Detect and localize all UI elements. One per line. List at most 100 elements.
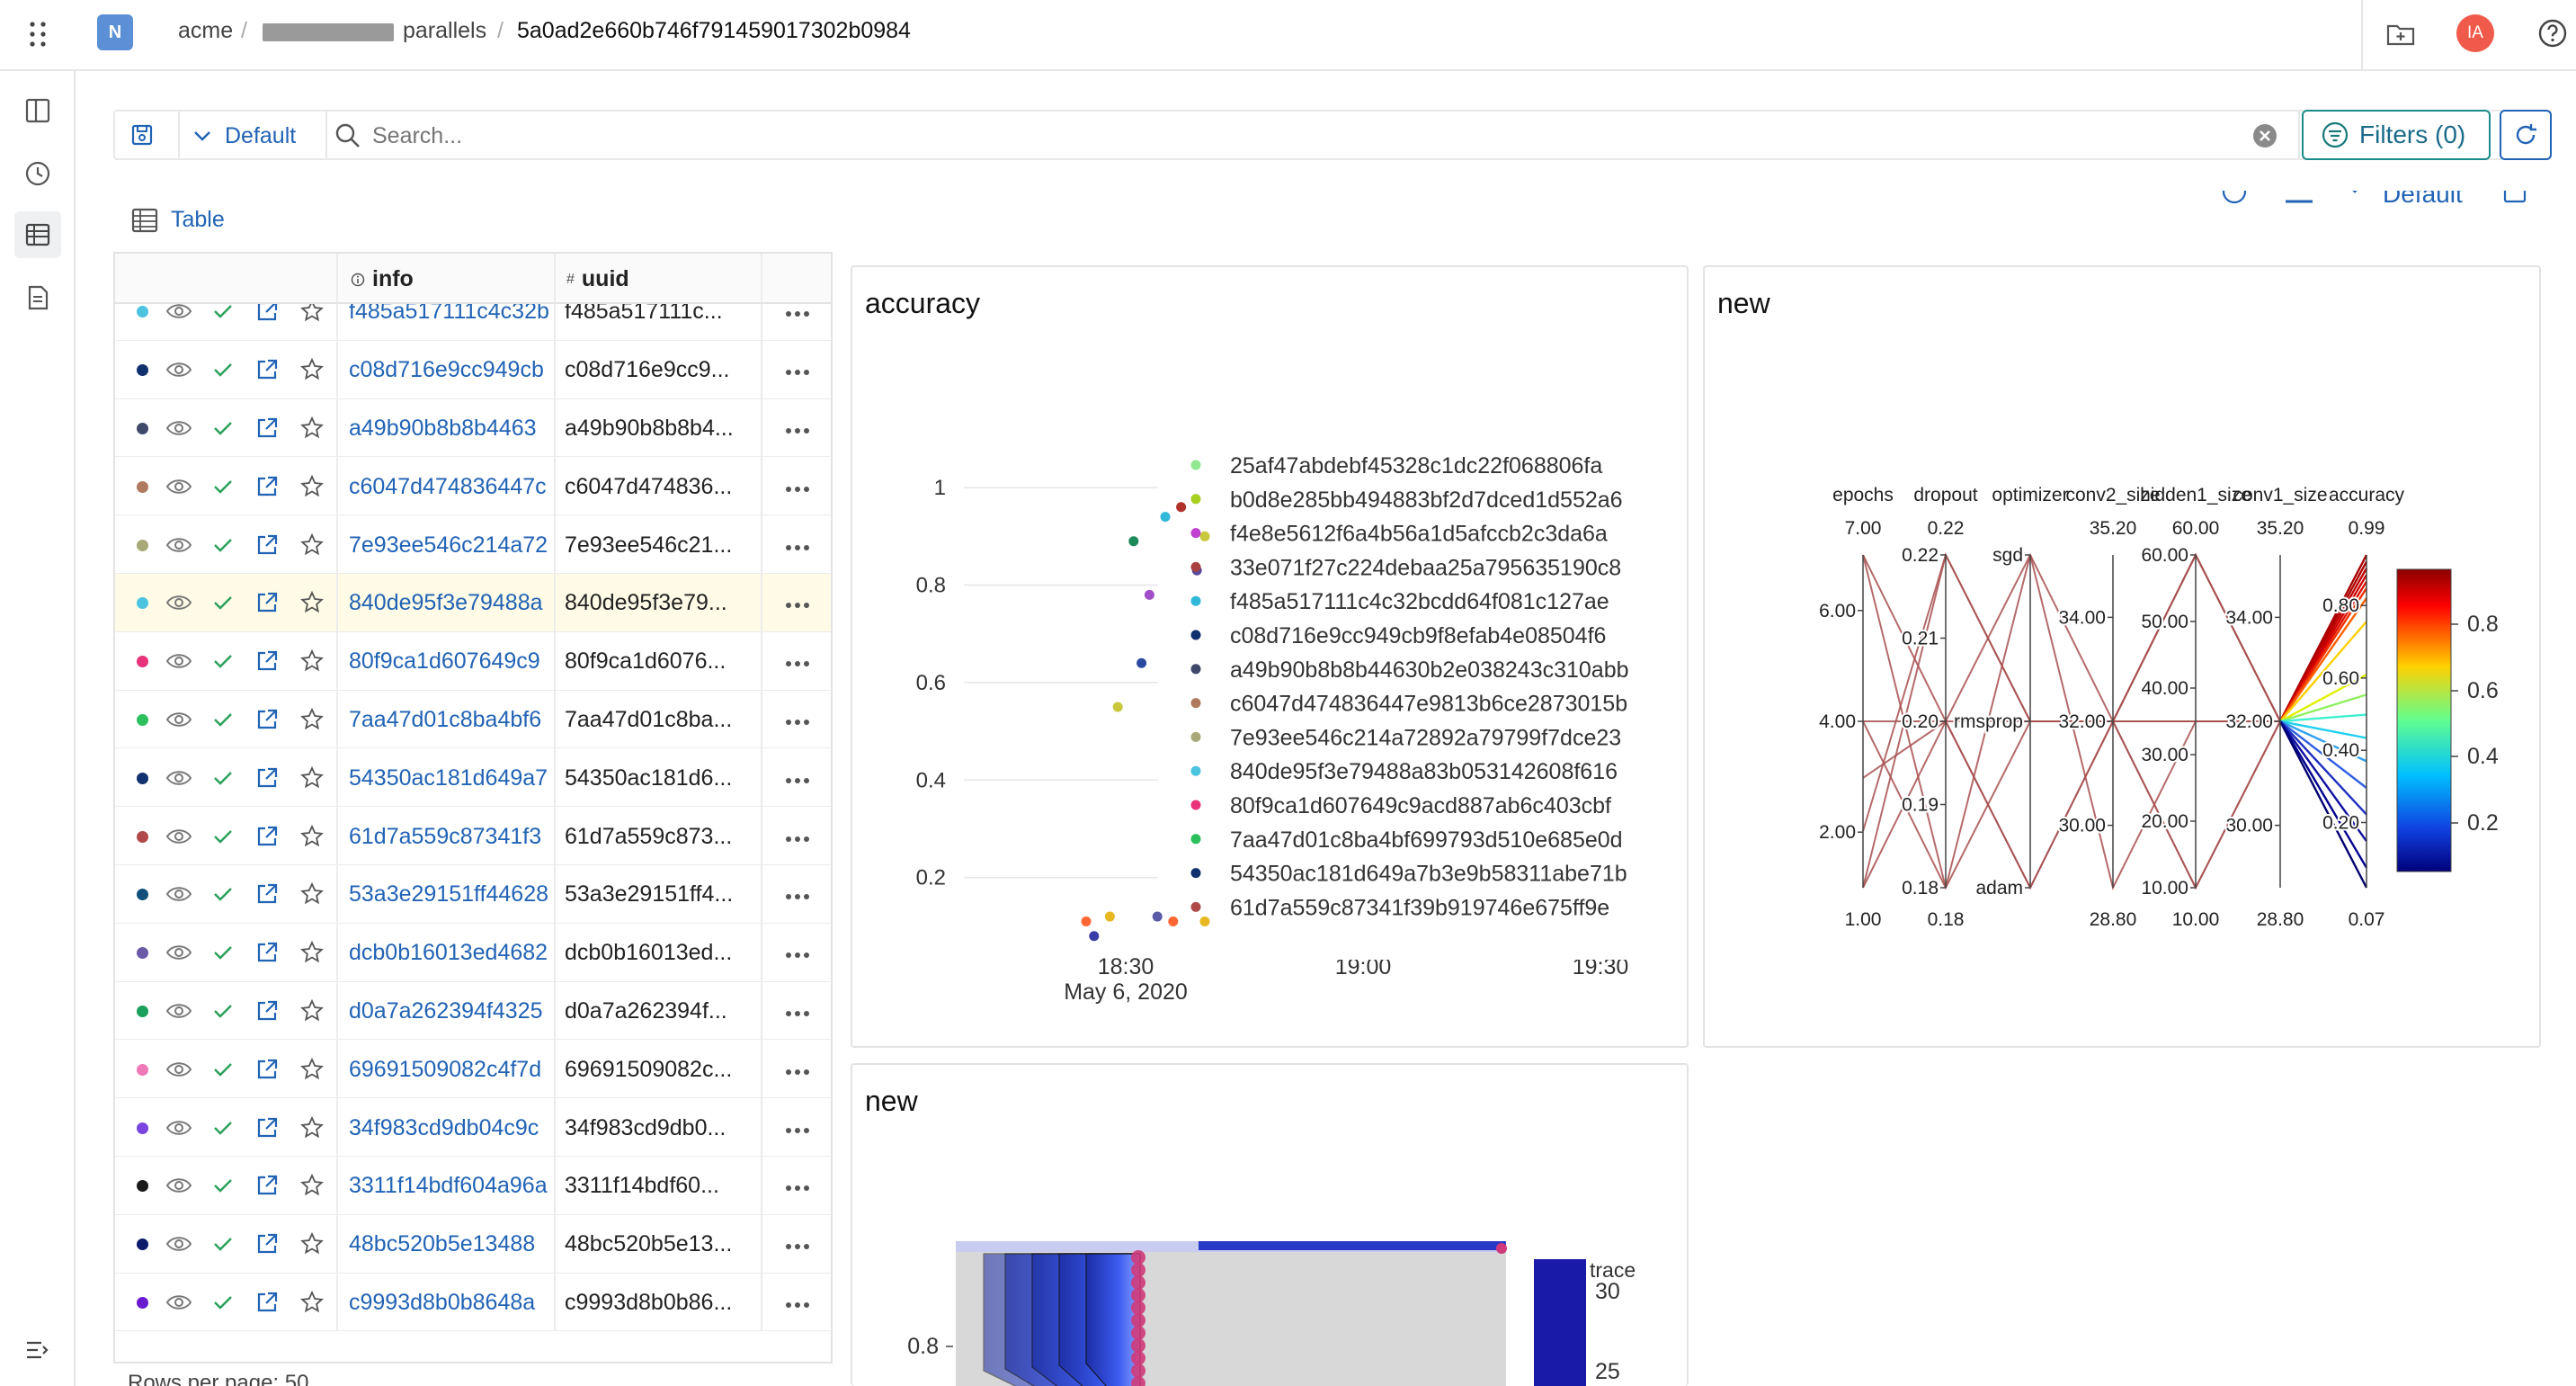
row-menu-icon[interactable]: [784, 365, 811, 381]
scatter-point[interactable]: [1081, 916, 1092, 926]
eye-icon[interactable]: [165, 1234, 192, 1258]
eye-icon[interactable]: [165, 1176, 192, 1200]
scatter-point[interactable]: [1160, 512, 1171, 523]
parcoords-axis[interactable]: hidden1_size60.0010.0060.0050.0040.0030.…: [2139, 485, 2251, 930]
star-icon[interactable]: [300, 707, 324, 736]
scatter-point[interactable]: [1089, 931, 1100, 942]
table-row[interactable]: c08d716e9cc949cb c08d716e9cc9...: [115, 340, 831, 399]
row-menu-icon[interactable]: [784, 307, 811, 323]
check-icon[interactable]: [212, 478, 234, 500]
scatter-point[interactable]: [1176, 502, 1187, 513]
legend-entry[interactable]: 25af47abdebf45328c1dc22f068806fa: [1230, 453, 1602, 478]
panel-view-label[interactable]: Default: [2383, 191, 2463, 209]
external-link-icon[interactable]: [255, 1058, 279, 1086]
filters-button[interactable]: Filters (0): [2302, 110, 2491, 160]
run-info-link[interactable]: 61d7a559c87341f3: [349, 824, 554, 850]
external-link-icon[interactable]: [255, 1291, 279, 1319]
row-menu-icon[interactable]: [784, 657, 811, 673]
star-icon[interactable]: [300, 649, 324, 677]
sample-point[interactable]: [1131, 1338, 1145, 1353]
row-menu-icon[interactable]: [784, 1065, 811, 1081]
sample-point[interactable]: [1496, 1243, 1507, 1254]
scatter-point[interactable]: [1136, 657, 1147, 668]
new-folder-icon[interactable]: [2383, 16, 2419, 52]
save-view-icon[interactable]: [124, 117, 160, 153]
row-menu-icon[interactable]: [784, 1006, 811, 1023]
external-link-icon[interactable]: [255, 416, 279, 444]
scatter-point[interactable]: [1144, 589, 1154, 600]
help-icon[interactable]: [2534, 14, 2572, 52]
user-avatar[interactable]: IA: [2456, 14, 2494, 52]
run-info-link[interactable]: 840de95f3e79488a: [349, 590, 554, 616]
table-row[interactable]: 48bc520b5e13488 48bc520b5e13...: [115, 1214, 831, 1274]
external-link-icon[interactable]: [255, 999, 279, 1027]
run-info-link[interactable]: 69691509082c4f7d: [349, 1057, 554, 1083]
table-row[interactable]: 840de95f3e79488a 840de95f3e79...: [115, 574, 831, 632]
scatter-point[interactable]: [1199, 531, 1210, 541]
eye-icon[interactable]: [165, 768, 192, 792]
eye-icon[interactable]: [165, 1060, 192, 1084]
parcoords-axis[interactable]: epochs 7.00 1.00 6.00 4.00 2.00: [1817, 485, 1894, 930]
external-link-icon[interactable]: [255, 304, 279, 327]
star-icon[interactable]: [300, 1115, 324, 1144]
row-menu-icon[interactable]: [784, 424, 811, 440]
sample-point[interactable]: [1131, 1313, 1145, 1328]
save-panels-icon[interactable]: [2501, 191, 2528, 205]
external-link-icon[interactable]: [255, 825, 279, 853]
run-info-link[interactable]: a49b90b8b8b4463: [349, 416, 554, 442]
table-row[interactable]: 7e93ee546c214a72 7e93ee546c21...: [115, 515, 831, 574]
external-link-icon[interactable]: [255, 1116, 279, 1144]
column-header-info[interactable]: info: [351, 266, 414, 292]
star-icon[interactable]: [300, 1232, 324, 1260]
run-info-link[interactable]: 80f9ca1d607649c9: [349, 648, 554, 675]
external-link-icon[interactable]: [255, 591, 279, 619]
star-icon[interactable]: [300, 416, 324, 444]
star-icon[interactable]: [300, 304, 324, 327]
scatter-point[interactable]: [1104, 911, 1115, 922]
table-row[interactable]: c9993d8b0b8648a c9993d8b0b86...: [115, 1273, 831, 1332]
row-menu-icon[interactable]: [784, 890, 811, 906]
check-icon[interactable]: [212, 419, 234, 442]
external-link-icon[interactable]: [255, 882, 279, 910]
sample-point[interactable]: [1131, 1263, 1145, 1277]
crumb-org[interactable]: acme: [178, 18, 233, 44]
eye-icon[interactable]: [165, 943, 192, 967]
table-row[interactable]: d0a7a262394f4325 d0a7a262394f...: [115, 981, 831, 1041]
eye-icon[interactable]: [165, 1001, 192, 1025]
legend-entry[interactable]: 840de95f3e79488a83b053142608f616: [1230, 759, 1618, 784]
check-icon[interactable]: [212, 652, 234, 675]
check-icon[interactable]: [212, 1176, 234, 1199]
row-menu-icon[interactable]: [784, 948, 811, 964]
legend-entry[interactable]: 54350ac181d649a7b3e9b58311abe71b: [1230, 862, 1627, 887]
check-icon[interactable]: [212, 1119, 234, 1141]
run-info-link[interactable]: c6047d474836447c: [349, 474, 554, 500]
star-icon[interactable]: [300, 532, 324, 561]
star-icon[interactable]: [300, 998, 324, 1027]
scatter-point[interactable]: [1168, 916, 1179, 926]
check-icon[interactable]: [212, 1060, 234, 1083]
check-icon[interactable]: [212, 1235, 234, 1257]
history-clock-icon[interactable]: [18, 154, 58, 193]
star-icon[interactable]: [300, 941, 324, 969]
row-menu-icon[interactable]: [784, 1123, 811, 1140]
legend-entry[interactable]: 80f9ca1d607649c9acd887ab6c403cbf: [1230, 793, 1611, 818]
legend-entry[interactable]: c08d716e9cc949cb9f8efab4e08504f6: [1230, 623, 1606, 648]
star-icon[interactable]: [300, 1290, 324, 1319]
star-icon[interactable]: [300, 824, 324, 853]
external-link-icon[interactable]: [255, 649, 279, 677]
view-selector[interactable]: Default: [192, 121, 296, 151]
check-icon[interactable]: [212, 885, 234, 908]
star-icon[interactable]: [300, 591, 324, 619]
run-info-link[interactable]: 54350ac181d649a7: [349, 765, 554, 791]
row-menu-icon[interactable]: [784, 773, 811, 790]
eye-icon[interactable]: [165, 304, 192, 326]
clear-search-icon[interactable]: [2251, 122, 2278, 149]
external-link-icon[interactable]: [255, 358, 279, 386]
row-menu-icon[interactable]: [784, 715, 811, 731]
check-icon[interactable]: [212, 711, 234, 733]
menu-icon[interactable]: [2284, 191, 2314, 205]
legend-entry[interactable]: 61d7a559c87341f39b919746e675ff9e: [1230, 895, 1609, 920]
star-icon[interactable]: [300, 1174, 324, 1202]
legend-entry[interactable]: c6047d474836447e9813b6ce2873015b: [1230, 692, 1627, 717]
search-input[interactable]: [372, 121, 1451, 151]
